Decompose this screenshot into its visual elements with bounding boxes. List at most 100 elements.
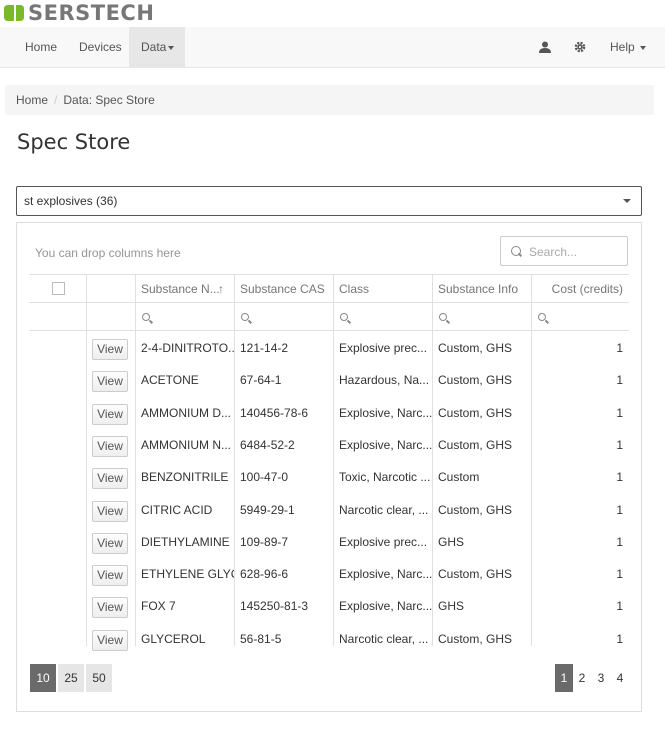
- breadcrumb-current: Data: Spec Store: [63, 93, 155, 107]
- cell-substance-info: Custom, GHS: [438, 502, 513, 517]
- select-all-checkbox[interactable]: [52, 282, 65, 295]
- view-button[interactable]: View: [92, 532, 128, 554]
- cell-substance-name: BENZONITRILE: [141, 470, 229, 485]
- table-row[interactable]: View ETHYLENE GLYC... 628-96-6 Explosive, N…: [29, 558, 629, 590]
- column-header-label: Substance CAS: [240, 282, 325, 296]
- view-button[interactable]: View: [92, 403, 128, 425]
- cell-cost: 1: [616, 502, 623, 517]
- page-2[interactable]: 2: [573, 664, 591, 692]
- cell-class: Toxic, Narcotic ...: [339, 470, 431, 485]
- cell-substance-cas: 628-96-6: [240, 567, 289, 582]
- spec-store-select[interactable]: st explosives (36): [16, 186, 642, 216]
- brand-name: SERSTECH: [28, 1, 155, 25]
- data-grid: You can drop columns here Search... Subs…: [16, 222, 642, 712]
- nav-help-dropdown[interactable]: Help: [610, 27, 655, 67]
- column-header-label: Cost (credits): [551, 282, 623, 296]
- filter-substance-info[interactable]: [432, 303, 531, 330]
- cell-substance-name: AMMONIUM N...: [141, 437, 231, 452]
- cell-substance-cas: 109-89-7: [240, 534, 289, 549]
- breadcrumb-home[interactable]: Home: [16, 93, 48, 107]
- page-size-10[interactable]: 10: [30, 664, 56, 692]
- cell-substance-info: Custom, GHS: [438, 567, 513, 582]
- view-button[interactable]: View: [92, 468, 128, 490]
- page-4[interactable]: 4: [611, 664, 629, 692]
- serstech-logo[interactable]: SERSTECH: [4, 2, 154, 24]
- cell-substance-cas: 121-14-2: [240, 341, 289, 355]
- sort-ascending-icon: ↑: [218, 282, 224, 296]
- cell-class: Explosive, Narc...: [339, 405, 432, 420]
- column-header-substance-name[interactable]: Substance N... ↑: [135, 275, 234, 302]
- filter-substance-cas[interactable]: [234, 303, 333, 330]
- cell-substance-name: GLYCEROL: [141, 631, 206, 646]
- cell-substance-name: DIETHYLAMINE: [141, 534, 230, 549]
- chevron-down-icon: [168, 45, 175, 50]
- cell-substance-cas: 56-81-5: [240, 631, 282, 646]
- table-row[interactable]: View GLYCEROL 56-81-5 Narcotic clear, ... Cu…: [29, 623, 629, 655]
- grid-search-placeholder: Search...: [529, 245, 578, 259]
- cell-class: Explosive, Narc...: [339, 437, 432, 452]
- spec-store-select-value: st explosives (36): [24, 194, 118, 208]
- filter-class[interactable]: [333, 303, 432, 330]
- page-3[interactable]: 3: [592, 664, 610, 692]
- table-row[interactable]: View ACETONE 67-64-1 Hazardous, Na... Custom…: [29, 364, 629, 396]
- page-size-25[interactable]: 25: [58, 664, 84, 692]
- cell-substance-name: FOX 7: [141, 599, 176, 614]
- cell-class: Narcotic clear, ...: [339, 502, 429, 517]
- chevron-down-icon: [639, 45, 646, 50]
- cell-substance-info: GHS: [438, 534, 465, 549]
- nav-home[interactable]: Home: [12, 27, 67, 67]
- top-navbar: Home Devices Data Help: [0, 27, 665, 68]
- nav-data-dropdown[interactable]: Data: [129, 27, 185, 67]
- view-button[interactable]: View: [92, 500, 128, 522]
- user-menu-button[interactable]: [536, 27, 554, 67]
- table-row[interactable]: View BENZONITRILE 100-47-0 Toxic, Narcotic …: [29, 461, 629, 493]
- view-button[interactable]: View: [92, 339, 128, 360]
- column-header-label: Substance Info: [438, 282, 519, 296]
- group-panel-hint: You can drop columns here: [35, 246, 181, 260]
- table-row[interactable]: View FOX 7 145250-81-3 Explosive, Narc... GH…: [29, 590, 629, 622]
- cell-cost: 1: [616, 534, 623, 549]
- column-header-cost[interactable]: Cost (credits): [531, 275, 629, 302]
- page-title: Spec Store: [17, 130, 131, 154]
- filter-substance-name[interactable]: [135, 303, 234, 330]
- breadcrumb-separator: /: [54, 93, 58, 107]
- search-icon: [439, 313, 447, 321]
- column-divider: [432, 274, 433, 646]
- cell-cost: 1: [616, 470, 623, 485]
- grid-search-input[interactable]: Search...: [500, 236, 628, 266]
- view-button[interactable]: View: [92, 371, 128, 393]
- page-1[interactable]: 1: [555, 664, 573, 692]
- settings-button[interactable]: [571, 27, 589, 67]
- table-row[interactable]: View DIETHYLAMINE 109-89-7 Explosive prec..…: [29, 526, 629, 558]
- page-size-50[interactable]: 50: [86, 664, 112, 692]
- view-button[interactable]: View: [92, 435, 128, 457]
- column-divider: [531, 274, 532, 646]
- table-row[interactable]: View AMMONIUM D... 140456-78-6 Explosive, N…: [29, 397, 629, 429]
- nav-devices-label: Devices: [79, 40, 122, 54]
- cell-substance-name: AMMONIUM D...: [141, 405, 231, 420]
- column-header-class[interactable]: Class: [333, 275, 432, 302]
- cell-substance-name: 2-4-DINITROTO...: [141, 341, 234, 355]
- cell-class: Explosive, Narc...: [339, 567, 432, 582]
- filter-cost[interactable]: [531, 303, 629, 330]
- command-column-header: [86, 275, 135, 302]
- view-button[interactable]: View: [92, 597, 128, 619]
- view-button[interactable]: View: [92, 565, 128, 587]
- column-header-label: Substance N...: [141, 282, 220, 296]
- column-divider: [333, 274, 334, 646]
- cell-cost: 1: [616, 437, 623, 452]
- column-header-substance-info[interactable]: Substance Info: [432, 275, 531, 302]
- cell-cost: 1: [616, 567, 623, 582]
- table-row[interactable]: View AMMONIUM N... 6484-52-2 Explosive, Nar…: [29, 429, 629, 461]
- logo-mark-icon: [4, 5, 24, 21]
- cell-substance-cas: 145250-81-3: [240, 599, 309, 614]
- view-button[interactable]: View: [92, 629, 128, 651]
- table-row[interactable]: View CITRIC ACID 5949-29-1 Narcotic clear, …: [29, 494, 629, 526]
- breadcrumb: Home / Data: Spec Store: [5, 85, 654, 115]
- select-all-cell: [29, 275, 86, 302]
- nav-devices[interactable]: Devices: [67, 27, 129, 67]
- cell-substance-cas: 5949-29-1: [240, 502, 295, 517]
- column-header-substance-cas[interactable]: Substance CAS: [234, 275, 333, 302]
- table-row[interactable]: View 2-4-DINITROTO... 121-14-2 Explosive pr…: [29, 332, 629, 364]
- cell-cost: 1: [616, 405, 623, 420]
